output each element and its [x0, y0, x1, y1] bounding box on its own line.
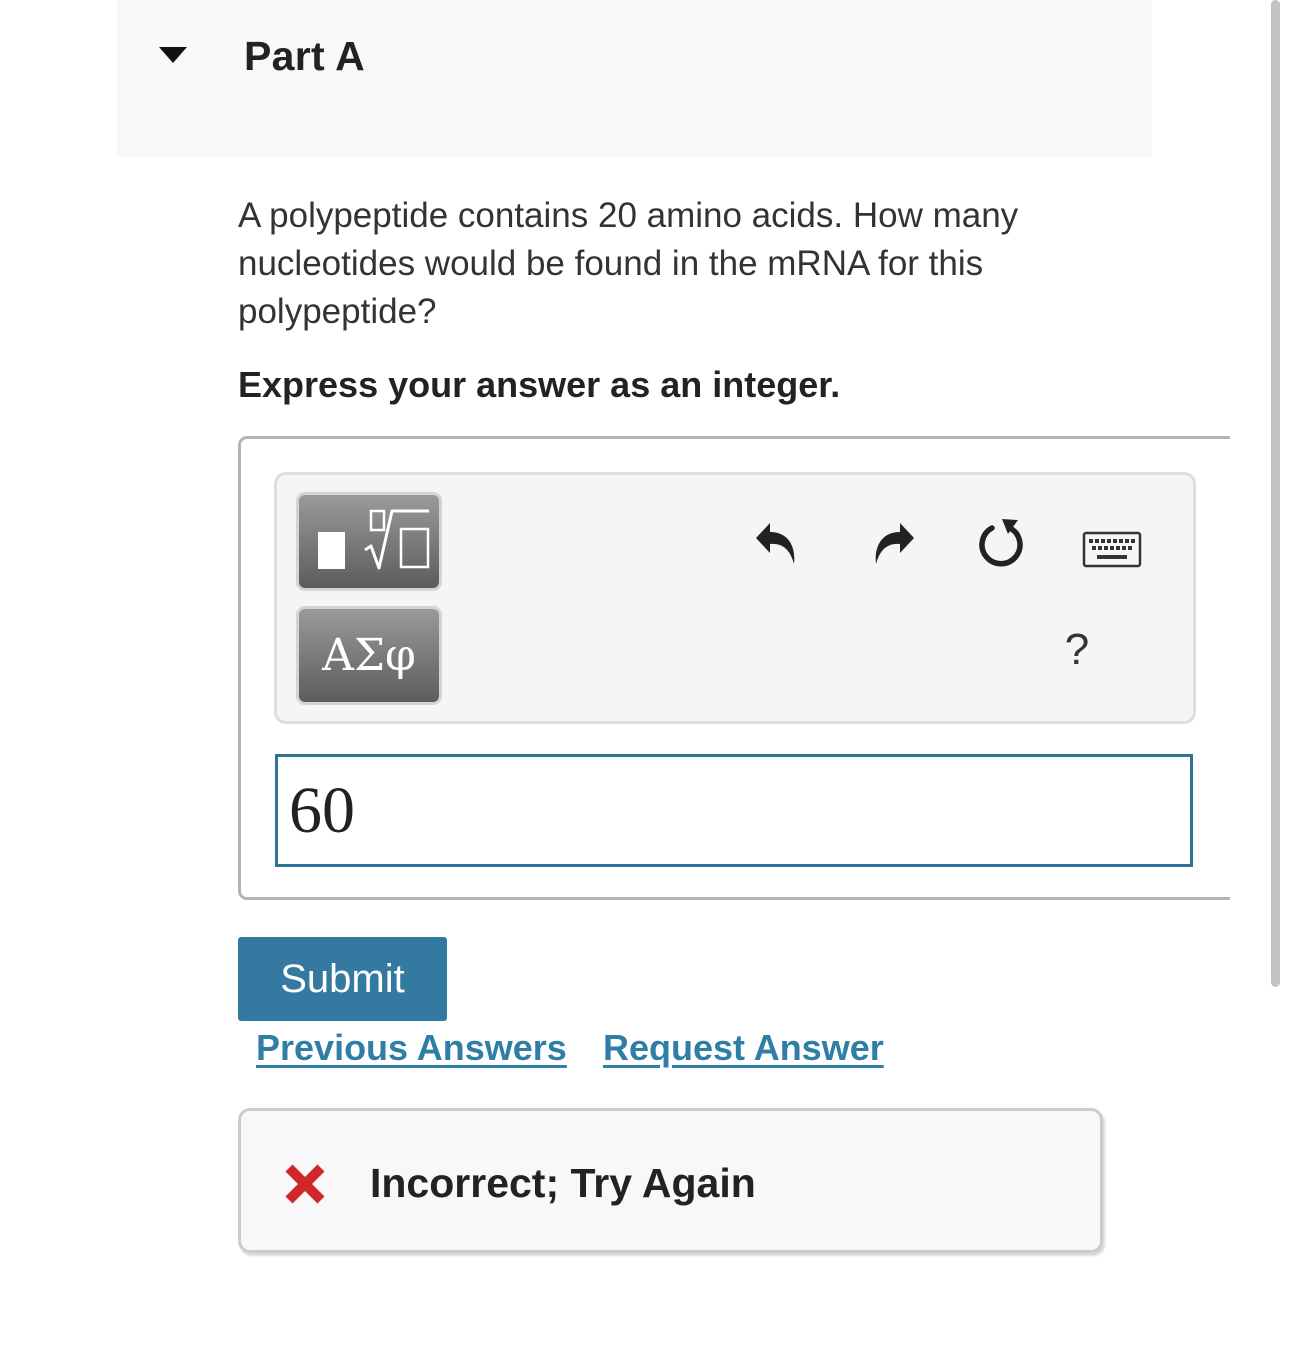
fraction-root-template-icon [318, 509, 430, 570]
x-icon [285, 1164, 325, 1204]
templates-button[interactable] [296, 492, 442, 591]
reset-icon[interactable] [976, 517, 1028, 571]
question-text: A polypeptide contains 20 amino acids. H… [238, 196, 1019, 331]
answer-instruction: Express your answer as an integer. [238, 364, 841, 405]
part-header: Part A [117, 0, 1152, 157]
collapse-caret-icon[interactable] [159, 47, 187, 63]
answer-input[interactable] [275, 754, 1193, 867]
redo-icon[interactable] [871, 520, 915, 566]
feedback-message: Incorrect; Try Again [370, 1160, 756, 1206]
greek-symbols-button[interactable]: ΑΣφ [296, 606, 442, 705]
part-title: Part A [244, 33, 366, 79]
undo-icon[interactable] [755, 520, 799, 566]
submit-button[interactable]: Submit [238, 937, 447, 1021]
previous-answers-link[interactable]: Previous Answers [256, 1027, 567, 1069]
vertical-scrollbar[interactable] [1271, 0, 1280, 987]
answer-panel: ΑΣφ ? [238, 436, 1230, 900]
request-answer-link[interactable]: Request Answer [603, 1027, 884, 1069]
help-button[interactable]: ? [1057, 622, 1097, 678]
math-toolbar: ΑΣφ ? [274, 472, 1196, 724]
feedback-box: Incorrect; Try Again [238, 1108, 1103, 1253]
keyboard-icon[interactable] [1082, 531, 1142, 568]
greek-symbols-label: ΑΣφ [322, 630, 416, 681]
